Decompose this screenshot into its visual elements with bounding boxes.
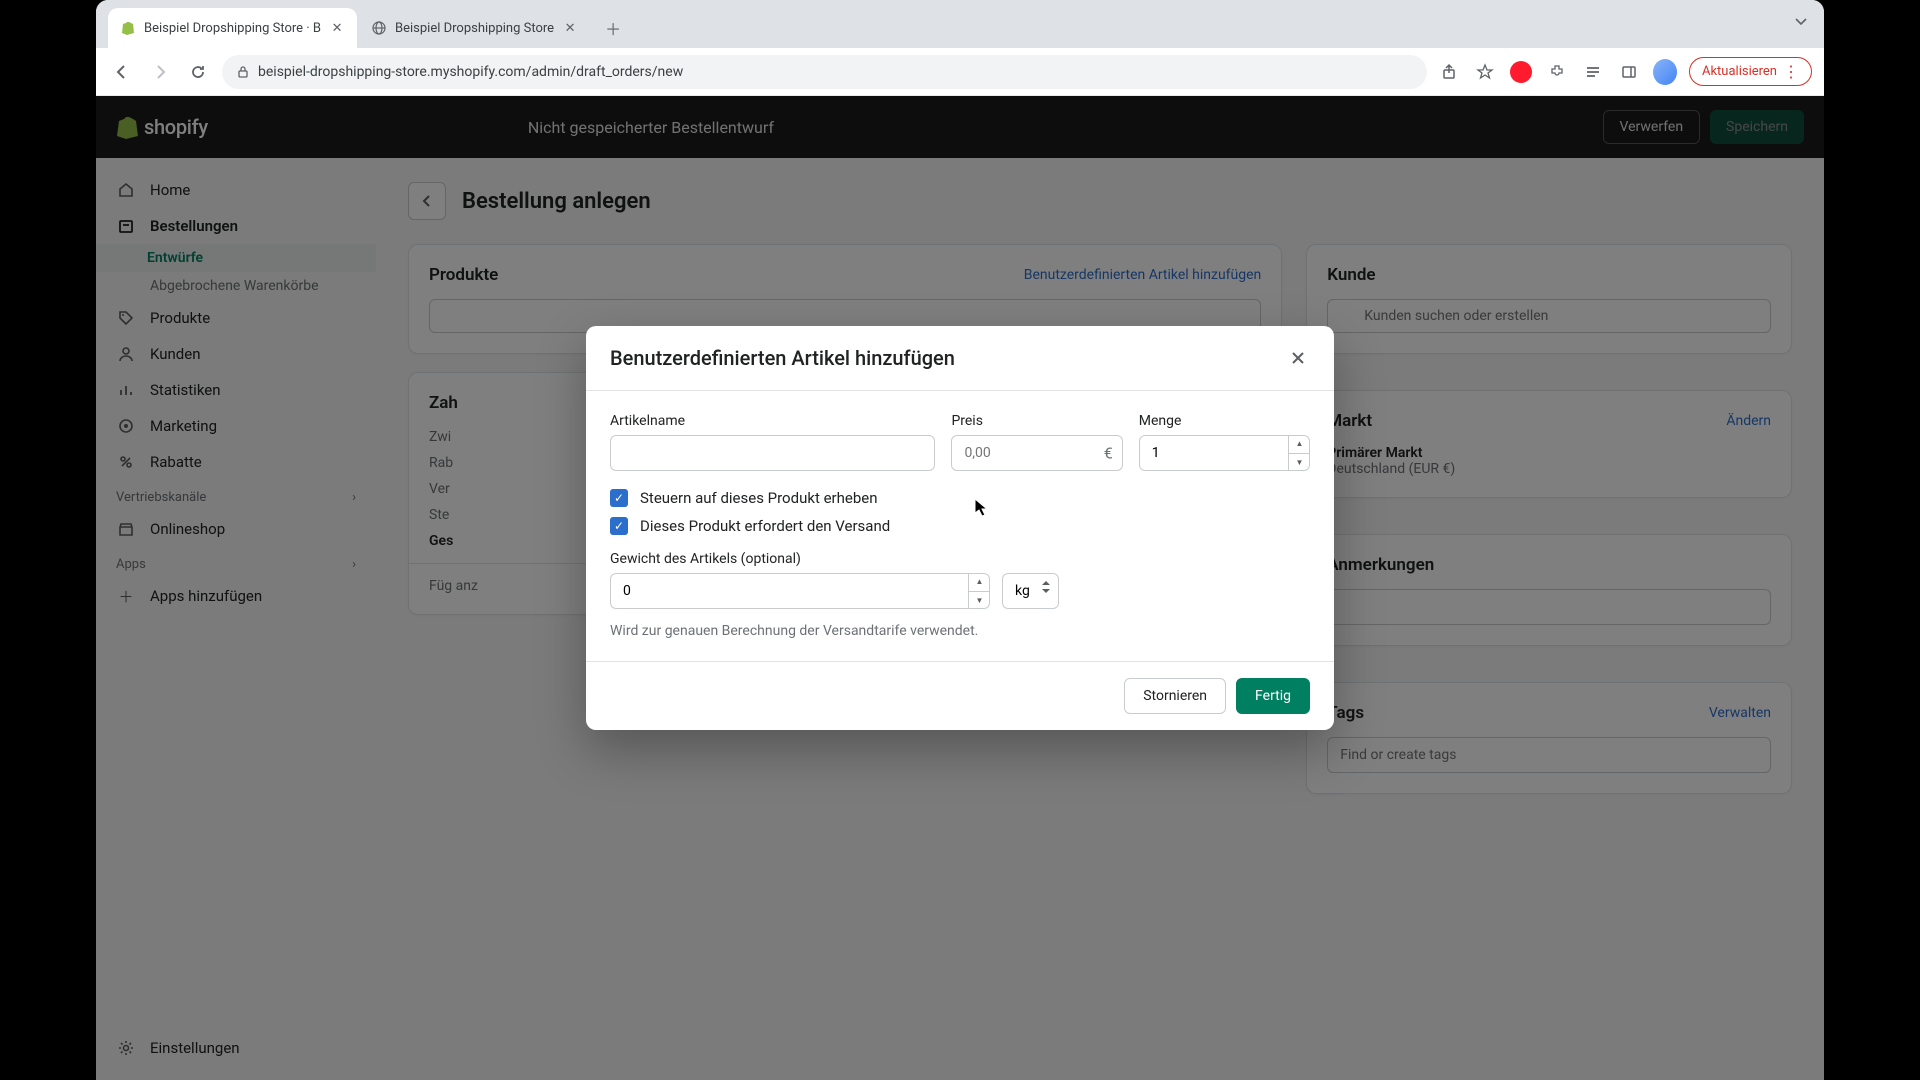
browser-tab-strip: Beispiel Dropshipping Store · B ✕ Beispi…: [96, 0, 1824, 48]
close-icon[interactable]: [1286, 346, 1310, 370]
quantity-stepper[interactable]: [1139, 435, 1310, 471]
step-down-icon[interactable]: ▼: [969, 592, 990, 610]
price-input[interactable]: [951, 435, 1122, 471]
currency-suffix: €: [1104, 444, 1113, 463]
update-button[interactable]: Aktualisieren: [1689, 57, 1812, 86]
extensions-icon[interactable]: [1545, 60, 1569, 84]
weight-help-text: Wird zur genauen Berechnung der Versandt…: [610, 623, 1310, 639]
step-up-icon[interactable]: ▲: [1289, 435, 1310, 454]
ship-check-label: Dieses Produkt erfordert den Versand: [640, 517, 890, 535]
add-custom-item-modal: Benutzerdefinierten Artikel hinzufügen A…: [586, 326, 1334, 730]
reading-list-icon[interactable]: [1581, 60, 1605, 84]
address-bar[interactable]: beispiel-dropshipping-store.myshopify.co…: [222, 55, 1427, 89]
tabs-dropdown-icon[interactable]: [1794, 14, 1808, 28]
weight-label: Gewicht des Artikels (optional): [610, 551, 1310, 567]
cancel-button[interactable]: Stornieren: [1124, 678, 1226, 714]
url-text: beispiel-dropshipping-store.myshopify.co…: [258, 64, 683, 80]
profile-avatar-icon[interactable]: [1653, 60, 1677, 84]
name-label: Artikelname: [610, 413, 935, 429]
panel-icon[interactable]: [1617, 60, 1641, 84]
update-label: Aktualisieren: [1702, 64, 1777, 79]
tax-checkbox-row[interactable]: ✓ Steuern auf dieses Produkt erheben: [610, 489, 1310, 507]
price-label: Preis: [951, 413, 1122, 429]
checkbox-checked-icon[interactable]: ✓: [610, 489, 628, 507]
tab-title: Beispiel Dropshipping Store: [395, 21, 554, 36]
reload-icon[interactable]: [184, 58, 212, 86]
back-icon[interactable]: [108, 58, 136, 86]
qty-label: Menge: [1139, 413, 1310, 429]
globe-favicon-icon: [371, 20, 387, 36]
browser-tab[interactable]: Beispiel Dropshipping Store ✕: [359, 8, 590, 48]
weight-unit-select[interactable]: kg: [1002, 573, 1059, 609]
tax-check-label: Steuern auf dieses Produkt erheben: [640, 489, 878, 507]
tab-title: Beispiel Dropshipping Store · B: [144, 21, 321, 36]
weight-input[interactable]: [610, 573, 990, 609]
browser-toolbar: beispiel-dropshipping-store.myshopify.co…: [96, 48, 1824, 96]
star-icon[interactable]: [1473, 60, 1497, 84]
browser-tab-active[interactable]: Beispiel Dropshipping Store · B ✕: [108, 8, 357, 48]
close-icon[interactable]: ✕: [329, 20, 345, 36]
close-icon[interactable]: ✕: [562, 20, 578, 36]
item-name-input[interactable]: [610, 435, 935, 471]
lock-icon: [236, 65, 250, 79]
step-up-icon[interactable]: ▲: [969, 573, 990, 592]
done-button[interactable]: Fertig: [1236, 678, 1310, 714]
share-icon[interactable]: [1437, 60, 1461, 84]
new-tab-button[interactable]: ＋: [598, 13, 628, 43]
step-down-icon[interactable]: ▼: [1289, 454, 1310, 472]
unit-value: kg: [1015, 583, 1030, 599]
modal-title: Benutzerdefinierten Artikel hinzufügen: [610, 346, 955, 370]
opera-icon[interactable]: [1509, 60, 1533, 84]
modal-backdrop[interactable]: Benutzerdefinierten Artikel hinzufügen A…: [96, 96, 1824, 1080]
shipping-checkbox-row[interactable]: ✓ Dieses Produkt erfordert den Versand: [610, 517, 1310, 535]
cursor-icon: [974, 498, 990, 518]
checkbox-checked-icon[interactable]: ✓: [610, 517, 628, 535]
forward-icon: [146, 58, 174, 86]
shopify-favicon-icon: [120, 20, 136, 36]
